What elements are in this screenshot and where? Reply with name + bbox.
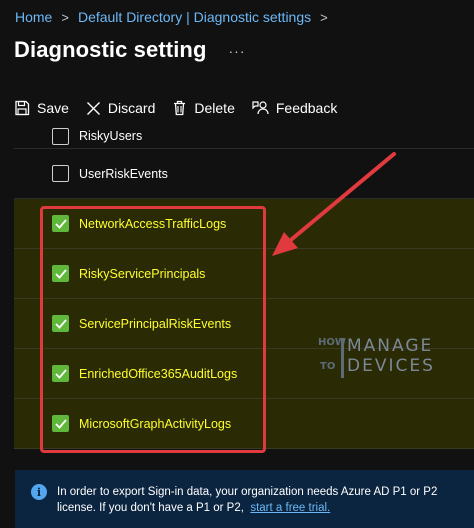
watermark-manage: MANAGE: [347, 336, 434, 356]
checkbox-checked[interactable]: [52, 315, 69, 332]
log-category-list: RiskyUsers UserRiskEvents NetworkAccessT…: [14, 126, 474, 449]
checkbox[interactable]: [52, 128, 69, 145]
list-item[interactable]: UserRiskEvents: [14, 149, 474, 199]
log-category-label: NetworkAccessTrafficLogs: [79, 216, 227, 231]
delete-button[interactable]: Delete: [172, 100, 235, 116]
save-icon: [15, 100, 30, 116]
free-trial-link[interactable]: start a free trial.: [250, 502, 330, 514]
info-message: In order to export Sign-in data, your or…: [57, 484, 474, 528]
log-category-label: RiskyServicePrincipals: [79, 266, 206, 281]
checkmark-icon: [54, 318, 67, 329]
log-category-label: UserRiskEvents: [79, 166, 168, 181]
checkmark-icon: [54, 418, 67, 429]
watermark-to: TO: [320, 361, 336, 372]
info-text: In order to export Sign-in data, your or…: [57, 486, 438, 514]
checkmark-icon: [54, 268, 67, 279]
log-category-label: MicrosoftGraphActivityLogs: [79, 416, 232, 431]
save-button[interactable]: Save: [14, 100, 69, 116]
page-title: Diagnostic setting: [14, 37, 207, 62]
breadcrumb-separator: >: [320, 9, 328, 25]
trash-icon: [174, 100, 186, 116]
save-label: Save: [37, 100, 69, 116]
discard-label: Discard: [107, 100, 156, 116]
discard-button[interactable]: Discard: [86, 100, 155, 116]
log-category-label: RiskyUsers: [79, 129, 143, 143]
checkmark-icon: [54, 218, 67, 229]
close-icon: [86, 101, 100, 115]
breadcrumb-separator: >: [61, 9, 69, 25]
info-banner: i In order to export Sign-in data, your …: [15, 470, 474, 528]
checkbox-checked[interactable]: [52, 215, 69, 232]
delete-label: Delete: [194, 100, 235, 116]
list-item[interactable]: NetworkAccessTrafficLogs: [14, 199, 474, 249]
list-item[interactable]: RiskyServicePrincipals: [14, 249, 474, 299]
feedback-icon: [252, 101, 269, 115]
feedback-button[interactable]: Feedback: [252, 100, 337, 116]
log-category-label: EnrichedOffice365AuditLogs: [79, 366, 238, 381]
breadcrumb-diagnostic-settings[interactable]: Default Directory | Diagnostic settings: [78, 9, 311, 25]
checkbox-checked[interactable]: [52, 265, 69, 282]
list-item[interactable]: MicrosoftGraphActivityLogs: [14, 399, 474, 449]
log-category-label: ServicePrincipalRiskEvents: [79, 316, 232, 331]
list-item[interactable]: RiskyUsers: [14, 126, 474, 149]
watermark-logo: HOW TO MANAGE DEVICES: [318, 338, 433, 380]
info-icon: i: [31, 484, 47, 500]
checkbox[interactable]: [52, 165, 69, 182]
breadcrumb-home[interactable]: Home: [15, 9, 52, 25]
watermark-bar: [341, 338, 344, 378]
breadcrumb: Home > Default Directory | Diagnostic se…: [15, 8, 337, 26]
checkmark-icon: [54, 368, 67, 379]
checkbox-checked[interactable]: [52, 415, 69, 432]
checkbox-checked[interactable]: [52, 365, 69, 382]
page-header: Diagnostic setting ···: [14, 34, 246, 66]
feedback-label: Feedback: [275, 100, 338, 116]
command-bar: Save Discard Delete Feedback: [14, 97, 354, 119]
watermark-devices: DEVICES: [347, 356, 435, 376]
more-options-button[interactable]: ···: [229, 43, 246, 59]
